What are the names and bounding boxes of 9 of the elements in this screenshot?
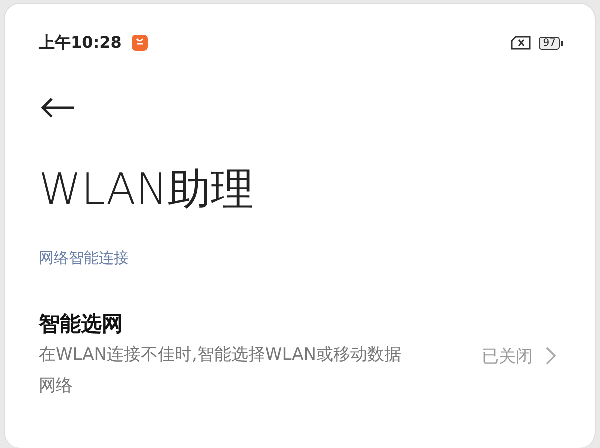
setting-description: 在WLAN连接不佳时,智能选择WLAN或移动数据网络 bbox=[39, 344, 402, 398]
battery-indicator: 97 bbox=[539, 36, 563, 50]
status-time: 上午10:28 bbox=[39, 32, 122, 54]
sim-x-icon bbox=[511, 36, 532, 50]
setting-title[interactable]: 智能选网 bbox=[39, 310, 439, 338]
page-title: WLAN助理 bbox=[39, 164, 256, 217]
section-header: 网络智能连接 bbox=[39, 249, 130, 268]
back-arrow-icon[interactable] bbox=[41, 97, 75, 119]
bag-icon bbox=[132, 35, 148, 51]
